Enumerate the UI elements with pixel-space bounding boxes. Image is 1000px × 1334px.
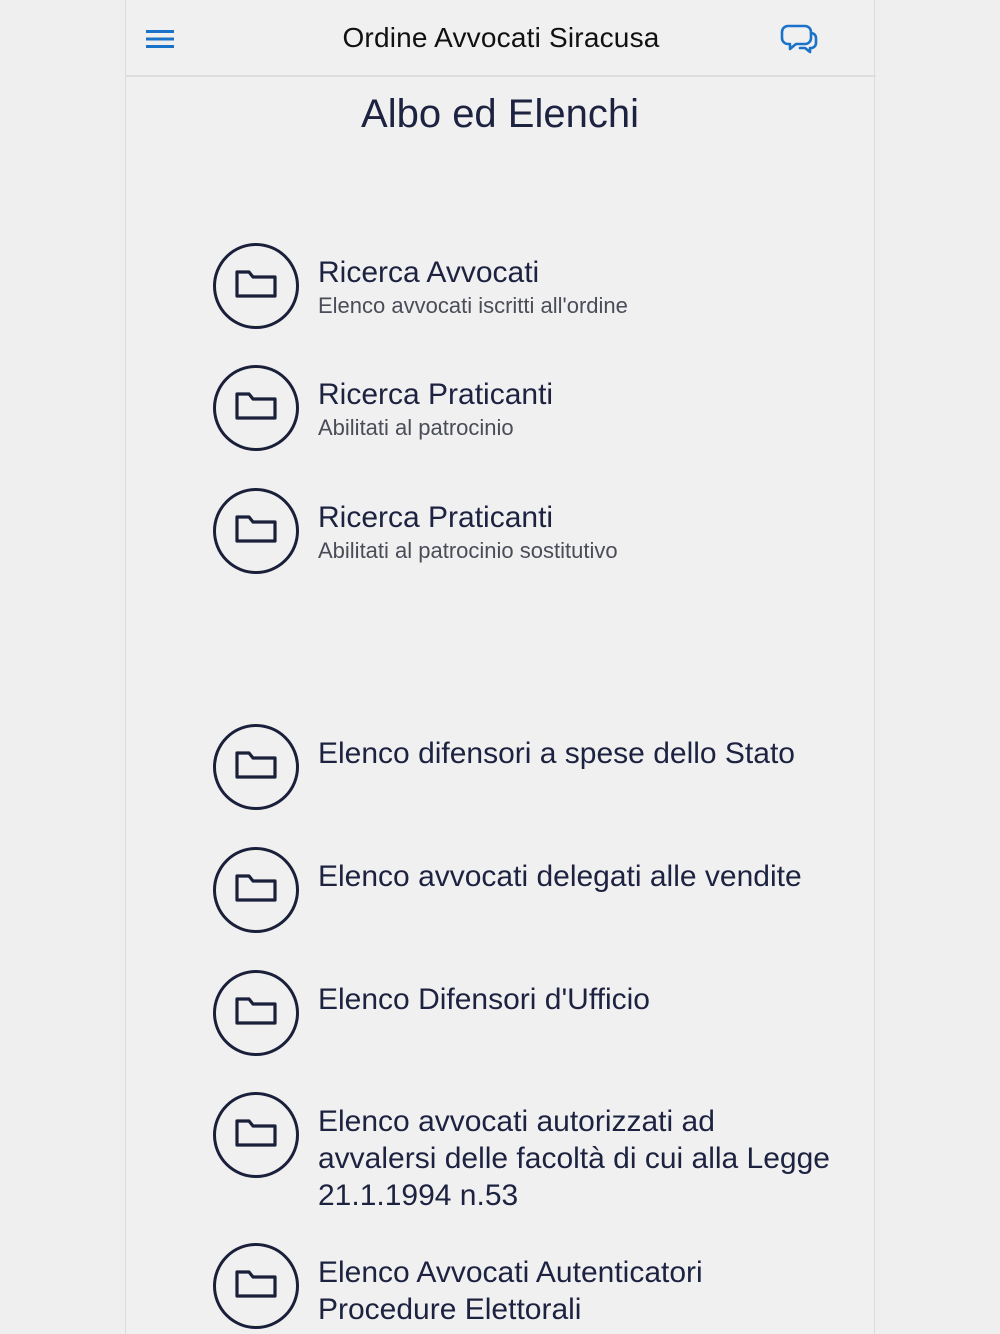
list-item-title: Ricerca Praticanti: [318, 501, 554, 534]
folder-icon: [213, 243, 299, 329]
folder-icon: [213, 1243, 299, 1329]
page-title: Albo ed Elenchi: [361, 92, 639, 136]
chat-bubbles-icon: [780, 24, 818, 54]
list-item[interactable]: Elenco avvocati autorizzati ad avvalersi…: [212, 1091, 832, 1212]
folder-icon: [213, 970, 299, 1056]
list-item[interactable]: Elenco difensori a spese dello Stato: [212, 723, 832, 813]
list-item-text: Elenco avvocati delegati alle vendite: [318, 858, 838, 895]
list-item-title: Elenco Avvocati Autenticatori Procedure …: [318, 1256, 703, 1326]
list-item-text: Ricerca Avvocati Elenco avvocati iscritti…: [318, 254, 838, 321]
list-item[interactable]: Ricerca Avvocati Elenco avvocati iscritti…: [212, 242, 832, 332]
list-item[interactable]: Ricerca Praticanti Abilitati al patrocini…: [212, 487, 832, 577]
list-item[interactable]: Elenco avvocati delegati alle vendite: [212, 846, 832, 936]
list-item-title: Ricerca Praticanti: [318, 378, 554, 411]
list-item-text: Ricerca Praticanti Abilitati al patrocini…: [318, 376, 838, 443]
app-title: Ordine Avvocati Siracusa: [342, 22, 660, 53]
chat-button[interactable]: [778, 18, 820, 58]
folder-icon: [213, 724, 299, 810]
list-item-text: Elenco avvocati autorizzati ad avvalersi…: [318, 1103, 838, 1214]
list-item-title: Ricerca Avvocati: [318, 256, 540, 289]
folder-icon: [213, 847, 299, 933]
list-item-title: Elenco difensori a spese dello Stato: [318, 737, 795, 770]
list-item[interactable]: Elenco Difensori d'Ufficio: [212, 969, 832, 1059]
list-item[interactable]: Elenco Avvocati Autenticatori Procedure …: [212, 1242, 832, 1332]
list-item-title: Elenco avvocati autorizzati ad avvalersi…: [318, 1105, 830, 1212]
app-screen: Ordine Avvocati Siracusa Albo ed Elenchi…: [125, 0, 876, 1334]
list-item-text: Elenco difensori a spese dello Stato: [318, 735, 838, 772]
list-item-text: Elenco Avvocati Autenticatori Procedure …: [318, 1254, 838, 1328]
list-item-title: Elenco avvocati delegati alle vendite: [318, 860, 802, 893]
folder-icon: [213, 365, 299, 451]
list-item[interactable]: Ricerca Praticanti Abilitati al patrocini…: [212, 364, 832, 454]
list-item-subtitle: Elenco avvocati iscritti all'ordine: [318, 293, 628, 318]
list-item-text: Elenco Difensori d'Ufficio: [318, 981, 838, 1018]
list-item-subtitle: Abilitati al patrocinio sostitutivo: [318, 538, 618, 563]
list-item-text: Ricerca Praticanti Abilitati al patrocini…: [318, 499, 838, 566]
app-bar: Ordine Avvocati Siracusa: [126, 0, 876, 77]
list-item-subtitle: Abilitati al patrocinio: [318, 415, 514, 440]
folder-icon: [213, 1092, 299, 1178]
list-item-title: Elenco Difensori d'Ufficio: [318, 983, 650, 1016]
folder-icon: [213, 488, 299, 574]
